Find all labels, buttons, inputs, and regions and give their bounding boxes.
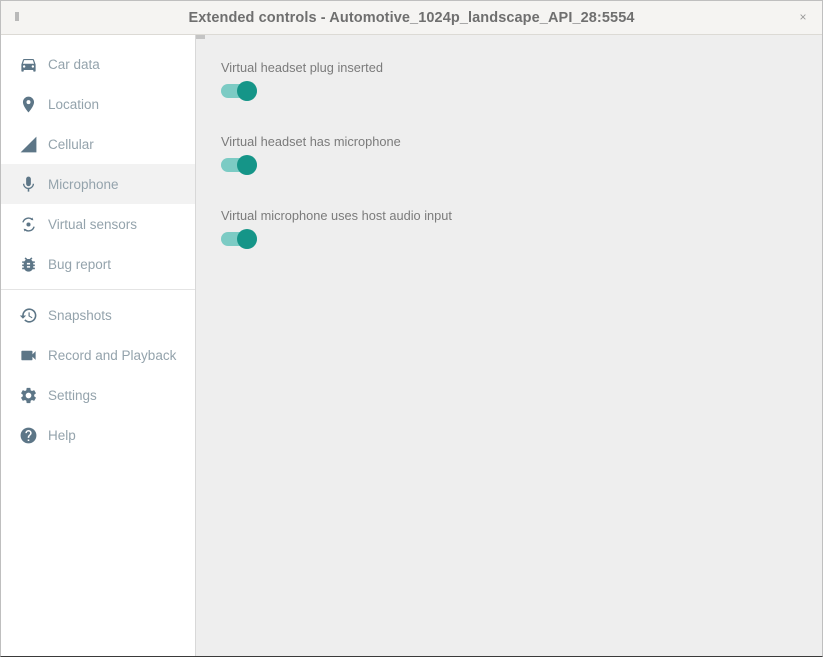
toggle-switch[interactable] (221, 84, 257, 98)
setting-label: Virtual microphone uses host audio input (221, 208, 822, 223)
window-body: Car data Location Cellular Microphone Virtua… (1, 35, 822, 656)
toggle-switch[interactable] (221, 232, 257, 246)
sidebar-item-record-and-playback[interactable]: Record and Playback (1, 335, 195, 375)
bug-icon (15, 255, 41, 274)
location-pin-icon (15, 95, 41, 114)
rotation-sensor-icon (15, 215, 41, 234)
sidebar-item-settings[interactable]: Settings (1, 375, 195, 415)
sidebar-item-cellular[interactable]: Cellular (1, 124, 195, 164)
help-circle-icon (15, 426, 41, 445)
sidebar-item-label: Record and Playback (48, 348, 176, 363)
extended-controls-window: Extended controls - Automotive_1024p_lan… (0, 0, 823, 657)
sidebar-item-microphone[interactable]: Microphone (1, 164, 195, 204)
cellular-signal-icon (15, 135, 41, 154)
toggle-knob (237, 155, 257, 175)
gear-icon (15, 386, 41, 405)
sidebar-item-car-data[interactable]: Car data (1, 44, 195, 84)
sidebar-item-label: Snapshots (48, 308, 112, 323)
scrollbar-nub[interactable] (196, 35, 205, 39)
sidebar-item-bug-report[interactable]: Bug report (1, 244, 195, 284)
sidebar-item-label: Help (48, 428, 76, 443)
main-panel: Virtual headset plug inserted Virtual hea… (196, 35, 822, 656)
microphone-icon (15, 175, 41, 194)
page-title: Extended controls - Automotive_1024p_lan… (188, 10, 634, 26)
toggle-knob (237, 229, 257, 249)
sidebar-item-location[interactable]: Location (1, 84, 195, 124)
setting-row: Virtual microphone uses host audio input (221, 208, 822, 246)
title-bar: Extended controls - Automotive_1024p_lan… (1, 1, 822, 35)
setting-row: Virtual headset plug inserted (221, 60, 822, 98)
video-camera-icon (15, 346, 41, 365)
sidebar-item-help[interactable]: Help (1, 415, 195, 455)
sidebar-item-label: Car data (48, 57, 100, 72)
sidebar-item-label: Cellular (48, 137, 94, 152)
sidebar-divider (1, 289, 195, 290)
setting-row: Virtual headset has microphone (221, 134, 822, 172)
setting-label: Virtual headset plug inserted (221, 60, 822, 75)
close-icon[interactable]: × (796, 10, 810, 24)
sidebar-item-snapshots[interactable]: Snapshots (1, 295, 195, 335)
sidebar-item-label: Location (48, 97, 99, 112)
microphone-settings-list: Virtual headset plug inserted Virtual hea… (196, 35, 822, 246)
window-menu-icon[interactable] (15, 12, 19, 21)
history-clock-icon (15, 306, 41, 325)
setting-label: Virtual headset has microphone (221, 134, 822, 149)
car-icon (15, 55, 41, 74)
toggle-knob (237, 81, 257, 101)
sidebar-item-label: Bug report (48, 257, 111, 272)
sidebar-item-label: Microphone (48, 177, 119, 192)
sidebar-item-label: Settings (48, 388, 97, 403)
sidebar-item-virtual-sensors[interactable]: Virtual sensors (1, 204, 195, 244)
sidebar: Car data Location Cellular Microphone Virtua… (1, 35, 196, 656)
sidebar-item-label: Virtual sensors (48, 217, 137, 232)
toggle-switch[interactable] (221, 158, 257, 172)
